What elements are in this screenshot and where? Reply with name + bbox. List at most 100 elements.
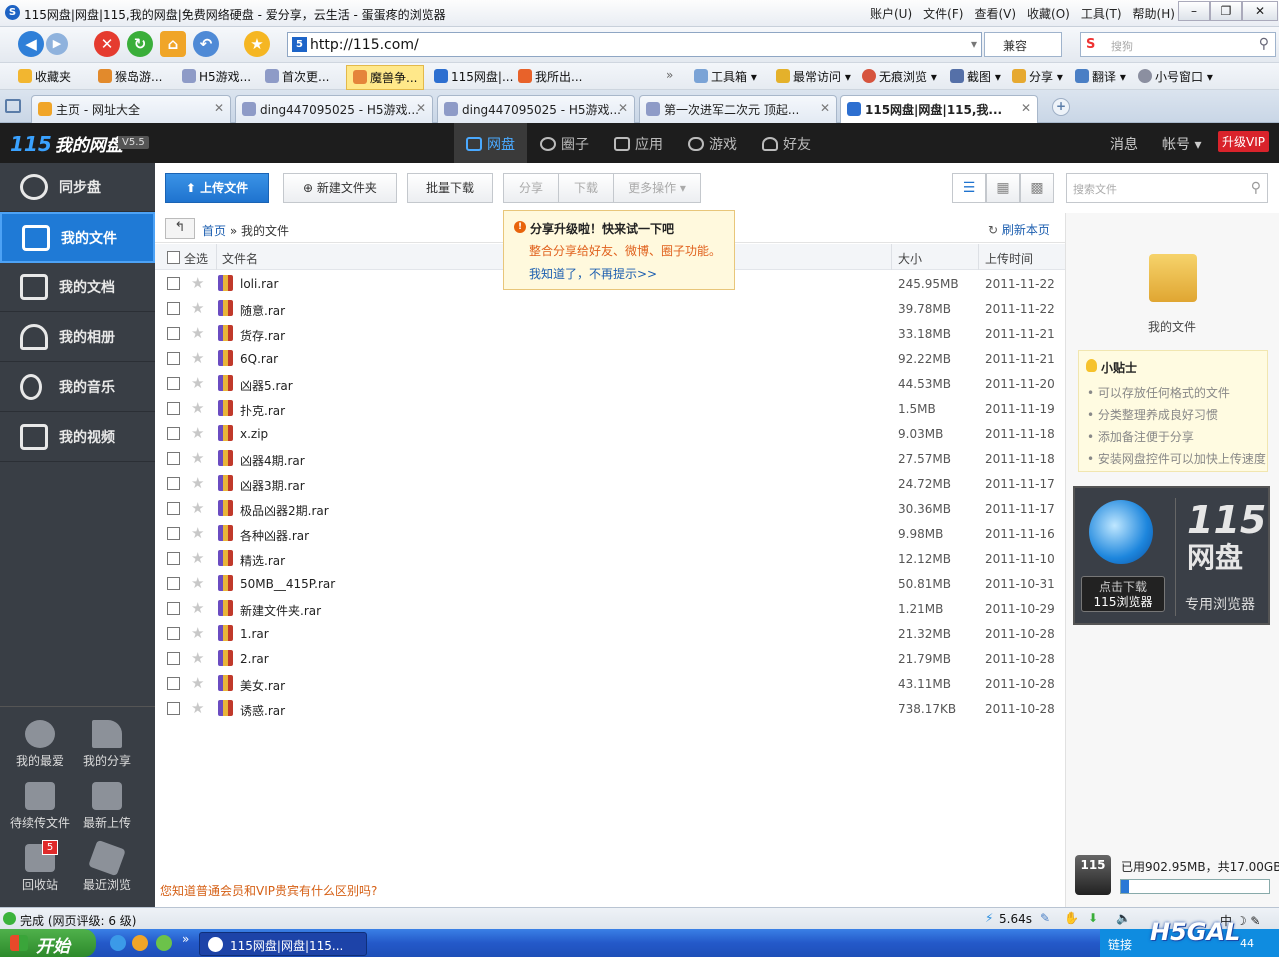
row-checkbox[interactable]: [167, 352, 180, 365]
star-icon[interactable]: ★: [191, 349, 204, 367]
menu-tools[interactable]: 工具(T): [1081, 5, 1122, 22]
tool-private[interactable]: 无痕浏览 ▾: [862, 68, 937, 85]
menu-view[interactable]: 查看(V): [974, 5, 1016, 22]
file-name[interactable]: 50MB__415P.rar: [240, 577, 335, 591]
ie-icon[interactable]: [110, 935, 126, 951]
menu-help[interactable]: 帮助(H): [1133, 5, 1175, 22]
file-name[interactable]: 2.rar: [240, 652, 269, 666]
topnav-disk[interactable]: 网盘: [454, 123, 527, 163]
fav-item[interactable]: 我所出...: [518, 68, 582, 85]
new-tab-icon[interactable]: +: [1052, 98, 1070, 116]
web-search-box[interactable]: S 搜狗 ⚲: [1080, 32, 1276, 57]
tray-links[interactable]: 链接: [1108, 936, 1132, 953]
compat-mode-button[interactable]: 兼容: [984, 32, 1062, 57]
star-icon[interactable]: ★: [191, 649, 204, 667]
row-checkbox[interactable]: [167, 377, 180, 390]
sidebar-item-music[interactable]: 我的音乐: [0, 363, 155, 412]
upgrade-vip-button[interactable]: 升级VIP: [1218, 131, 1269, 152]
table-row[interactable]: ★ 诱惑.rar 738.17KB 2011-10-28: [155, 697, 1065, 722]
star-icon[interactable]: ★: [191, 324, 204, 342]
file-name[interactable]: 货存.rar: [240, 327, 285, 344]
favorite-star-icon[interactable]: ★: [244, 31, 270, 57]
volume-icon[interactable]: 🔈: [1116, 911, 1131, 925]
tool-small-window[interactable]: 小号窗口 ▾: [1138, 68, 1213, 85]
share-button[interactable]: 分享: [503, 173, 559, 203]
star-icon[interactable]: ★: [191, 474, 204, 492]
search-icon[interactable]: ⚲: [1259, 36, 1269, 52]
file-name[interactable]: 美女.rar: [240, 677, 285, 694]
back-arrow-icon[interactable]: ↰: [165, 218, 195, 239]
table-row[interactable]: ★ 扑克.rar 1.5MB 2011-11-19: [155, 397, 1065, 422]
large-grid-view-icon[interactable]: ▩: [1020, 173, 1054, 203]
flash-icon[interactable]: ✋: [1064, 911, 1079, 925]
star-icon[interactable]: ★: [191, 449, 204, 467]
tool-screenshot[interactable]: 截图 ▾: [950, 68, 1001, 85]
messages-link[interactable]: 消息: [1110, 134, 1138, 154]
restore-button[interactable]: ❐: [1210, 1, 1242, 21]
fav-item[interactable]: 收藏夹: [18, 68, 71, 85]
table-row[interactable]: ★ 凶器3期.rar 24.72MB 2011-11-17: [155, 472, 1065, 497]
new-folder-button[interactable]: ⊕ 新建文件夹: [283, 173, 397, 203]
minimize-button[interactable]: –: [1178, 1, 1210, 21]
star-icon[interactable]: ★: [191, 624, 204, 642]
row-checkbox[interactable]: [167, 402, 180, 415]
file-name[interactable]: 1.rar: [240, 627, 269, 641]
file-name[interactable]: 随意.rar: [240, 302, 285, 319]
table-row[interactable]: ★ x.zip 9.03MB 2011-11-18: [155, 422, 1065, 447]
row-checkbox[interactable]: [167, 477, 180, 490]
sidebar-item-videos[interactable]: 我的视频: [0, 413, 155, 462]
file-name[interactable]: 各种凶器.rar: [240, 527, 309, 544]
row-checkbox[interactable]: [167, 277, 180, 290]
file-name[interactable]: 极品凶器2期.rar: [240, 502, 329, 519]
table-row[interactable]: ★ 1.rar 21.32MB 2011-10-28: [155, 622, 1065, 647]
row-checkbox[interactable]: [167, 502, 180, 515]
star-icon[interactable]: ★: [191, 399, 204, 417]
file-name[interactable]: x.zip: [240, 427, 268, 441]
row-checkbox[interactable]: [167, 627, 180, 640]
more-actions-button[interactable]: 更多操作 ▾: [613, 173, 701, 203]
taskbar-window-item[interactable]: 115网盘|网盘|115...: [199, 932, 367, 956]
batch-download-button[interactable]: 批量下载: [407, 173, 493, 203]
account-menu[interactable]: 帐号 ▾: [1162, 134, 1201, 154]
refresh-icon[interactable]: ↻: [127, 31, 153, 57]
header-upload-time[interactable]: 上传时间: [985, 250, 1033, 267]
more-chevron-icon[interactable]: »: [182, 932, 189, 946]
tab-anime[interactable]: 第一次进军二次元 顶起... ✕: [639, 95, 837, 123]
file-name[interactable]: 凶器3期.rar: [240, 477, 305, 494]
star-icon[interactable]: ★: [191, 674, 204, 692]
row-checkbox[interactable]: [167, 702, 180, 715]
sidebar-favorites[interactable]: 我的最爱: [10, 720, 70, 769]
topnav-apps[interactable]: 应用: [602, 123, 675, 163]
table-row[interactable]: ★ 6Q.rar 92.22MB 2011-11-21: [155, 347, 1065, 372]
back-icon[interactable]: ◀: [18, 31, 44, 57]
file-name[interactable]: 新建文件夹.rar: [240, 602, 321, 619]
table-row[interactable]: ★ 凶器4期.rar 27.57MB 2011-11-18: [155, 447, 1065, 472]
tool-toolbox[interactable]: 工具箱 ▾: [694, 68, 757, 85]
table-row[interactable]: ★ 随意.rar 39.78MB 2011-11-22: [155, 297, 1065, 322]
close-window-button[interactable]: ✕: [1242, 1, 1278, 21]
edit-icon[interactable]: ✎: [1040, 911, 1050, 925]
file-name[interactable]: 凶器4期.rar: [240, 452, 305, 469]
star-icon[interactable]: ★: [191, 549, 204, 567]
menu-account[interactable]: 账户(U): [870, 5, 912, 22]
table-row[interactable]: ★ 新建文件夹.rar 1.21MB 2011-10-29: [155, 597, 1065, 622]
grid-view-icon[interactable]: ▦: [986, 173, 1020, 203]
row-checkbox[interactable]: [167, 652, 180, 665]
list-view-icon[interactable]: ☰: [952, 173, 986, 203]
vip-difference-link[interactable]: 您知道普通会员和VIP贵宾有什么区别吗?: [160, 882, 377, 899]
tab-h5-2[interactable]: ding447095025 - H5游戏... ✕: [437, 95, 635, 123]
table-row[interactable]: ★ 2.rar 21.79MB 2011-10-28: [155, 647, 1065, 672]
sidebar-item-photos[interactable]: 我的相册: [0, 313, 155, 362]
brand-logo[interactable]: 115 我的网盘: [10, 131, 123, 156]
fav-item[interactable]: 首次更...: [265, 68, 329, 85]
star-icon[interactable]: ★: [191, 524, 204, 542]
file-name[interactable]: 凶器5.rar: [240, 377, 293, 394]
table-row[interactable]: ★ 精选.rar 12.12MB 2011-11-10: [155, 547, 1065, 572]
topnav-friends[interactable]: 好友: [750, 123, 823, 163]
star-icon[interactable]: ★: [191, 499, 204, 517]
tab-list-icon[interactable]: [5, 99, 21, 113]
download-arrow-icon[interactable]: ⬇: [1088, 911, 1098, 925]
quicklaunch-icon[interactable]: [156, 935, 172, 951]
tooltip-dismiss-link[interactable]: 我知道了，不再提示>>: [529, 265, 657, 282]
star-icon[interactable]: ★: [191, 699, 204, 717]
